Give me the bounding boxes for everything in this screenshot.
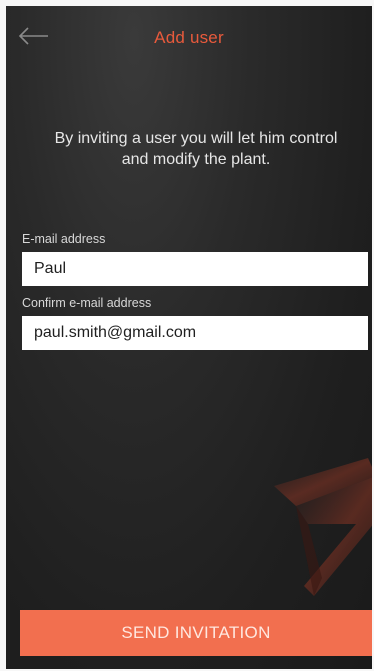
email-label: E-mail address: [22, 232, 106, 246]
app-screen: Add user By inviting a user you will let…: [6, 6, 372, 669]
brand-watermark-icon: [274, 458, 372, 596]
intro-text: By inviting a user you will let him cont…: [54, 130, 338, 168]
confirm-email-field[interactable]: [22, 316, 368, 350]
top-bar: Add user: [6, 6, 372, 66]
send-invitation-button[interactable]: SEND INVITATION: [20, 610, 372, 656]
confirm-email-label: Confirm e-mail address: [22, 296, 152, 310]
page-title: Add user: [154, 28, 224, 47]
email-field[interactable]: [22, 252, 368, 286]
